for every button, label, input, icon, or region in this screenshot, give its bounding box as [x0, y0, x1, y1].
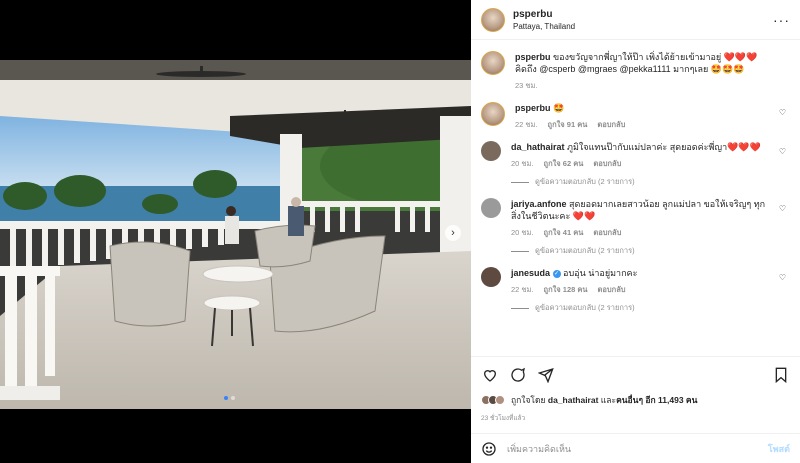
comment-time: 22 ชม. — [511, 285, 534, 294]
likes-middle: และ — [600, 395, 617, 405]
avatar[interactable] — [481, 7, 505, 32]
comment-time: 22 ชม. — [515, 120, 538, 129]
view-replies-button[interactable]: ดูข้อความตอบกลับ (2 รายการ) — [511, 176, 772, 188]
reply-button[interactable]: ตอบกลับ — [597, 119, 625, 131]
post-media: › — [0, 0, 471, 463]
comment-time: 20 ชม. — [511, 228, 534, 237]
view-replies-button[interactable]: ดูข้อความตอบกลับ (2 รายการ) — [511, 245, 772, 257]
caption-text: ของขวัญจากพี่ญาให้ป๊า เพิ่งได้ย้ายเข้ามา… — [515, 52, 758, 74]
posted-time: 23 ชั่วโมงที่แล้ว — [481, 415, 526, 422]
likes-others[interactable]: คนอื่นๆ อีก 11,493 คน — [616, 395, 697, 405]
comment-likes[interactable]: ถูกใจ 128 คน — [544, 284, 588, 296]
add-comment-bar: เพิ่มความคิดเห็น โพสต์ — [471, 433, 800, 463]
comment-username[interactable]: psperbu — [515, 103, 551, 113]
post-comment-button[interactable]: โพสต์ — [768, 442, 790, 456]
avatar[interactable] — [481, 102, 505, 126]
comment-input[interactable]: เพิ่มความคิดเห็น — [507, 442, 768, 456]
comment-text: อบอุ่น น่าอยู่มากคะ — [563, 268, 638, 278]
verified-badge-icon: ✓ — [552, 269, 561, 278]
share-icon[interactable] — [537, 366, 555, 384]
comment-icon[interactable] — [509, 366, 527, 384]
avatar[interactable] — [481, 51, 505, 75]
comments-list: psperbu ของขวัญจากพี่ญาให้ป๊า เพิ่งได้ย้… — [471, 41, 800, 354]
comment-username[interactable]: da_hathairat — [511, 142, 565, 152]
bookmark-icon[interactable] — [772, 366, 790, 384]
comment-likes[interactable]: ถูกใจ 91 คน — [548, 119, 588, 131]
reply-button[interactable]: ตอบกลับ — [598, 284, 626, 296]
comment-username[interactable]: jariya.anfone — [511, 199, 567, 209]
chevron-right-icon: › — [451, 227, 455, 239]
carousel-next-button[interactable]: › — [445, 225, 461, 241]
comment-username[interactable]: janesuda — [511, 268, 550, 278]
likes-prefix: ถูกใจโดย — [511, 395, 546, 405]
heart-icon[interactable]: ♡ — [779, 273, 786, 282]
view-replies-button[interactable]: ดูข้อความตอบกลับ (2 รายการ) — [511, 302, 772, 314]
comment-likes[interactable]: ถูกใจ 41 คน — [544, 227, 584, 239]
carousel-indicator — [224, 396, 235, 400]
caption: psperbu ของขวัญจากพี่ญาให้ป๊า เพิ่งได้ย้… — [481, 51, 790, 92]
likes-summary: ถูกใจโดย da_hathairat และคนอื่นๆ อีก 11,… — [481, 393, 790, 407]
comment-item: da_hathairat ภูมิใจแทนป๊ากับแม่ปลาค่ะ สุ… — [481, 141, 790, 188]
carousel-dot — [224, 396, 228, 400]
comment-likes[interactable]: ถูกใจ 62 คน — [544, 158, 584, 170]
reply-button[interactable]: ตอบกลับ — [593, 158, 621, 170]
emoji-icon[interactable] — [481, 441, 497, 457]
carousel-dot — [231, 396, 235, 400]
instagram-post-modal: › psperbu Pattaya, Thailand ··· psperbu … — [0, 0, 800, 463]
avatar[interactable] — [481, 198, 501, 218]
heart-icon[interactable]: ♡ — [779, 204, 786, 213]
comment-item: janesuda ✓ อบอุ่น น่าอยู่มากคะ 22 ชม. ถู… — [481, 267, 790, 314]
avatar[interactable] — [481, 141, 501, 161]
more-options-icon[interactable]: ··· — [773, 12, 790, 28]
comment-text: ภูมิใจแทนป๊ากับแม่ปลาค่ะ สุดยอดค่ะพี่ญา❤… — [567, 142, 761, 152]
heart-icon[interactable]: ♡ — [779, 108, 786, 117]
reply-button[interactable]: ตอบกลับ — [593, 227, 621, 239]
avatar — [495, 395, 505, 405]
post-username[interactable]: psperbu — [513, 9, 773, 20]
caption-time: 23 ชม. — [515, 81, 538, 90]
comment-item: psperbu 🤩 22 ชม. ถูกใจ 91 คน ตอบกลับ ♡ — [481, 102, 790, 131]
comment-item: jariya.anfone สุดยอดมากเลยสาวน้อย ลูกแม่… — [481, 198, 790, 257]
post-photo — [0, 56, 471, 409]
post-location[interactable]: Pattaya, Thailand — [513, 22, 773, 31]
comment-time: 20 ชม. — [511, 159, 534, 168]
post-actions — [471, 356, 800, 392]
post-header: psperbu Pattaya, Thailand ··· — [471, 0, 800, 40]
post-details-panel: psperbu Pattaya, Thailand ··· psperbu ขอ… — [471, 0, 800, 463]
comment-text: 🤩 — [553, 103, 565, 113]
likes-user[interactable]: da_hathairat — [548, 395, 599, 405]
avatar[interactable] — [481, 267, 501, 287]
heart-icon[interactable] — [481, 366, 499, 384]
caption-username[interactable]: psperbu — [515, 52, 551, 62]
liker-avatars — [481, 395, 505, 405]
heart-icon[interactable]: ♡ — [779, 147, 786, 156]
